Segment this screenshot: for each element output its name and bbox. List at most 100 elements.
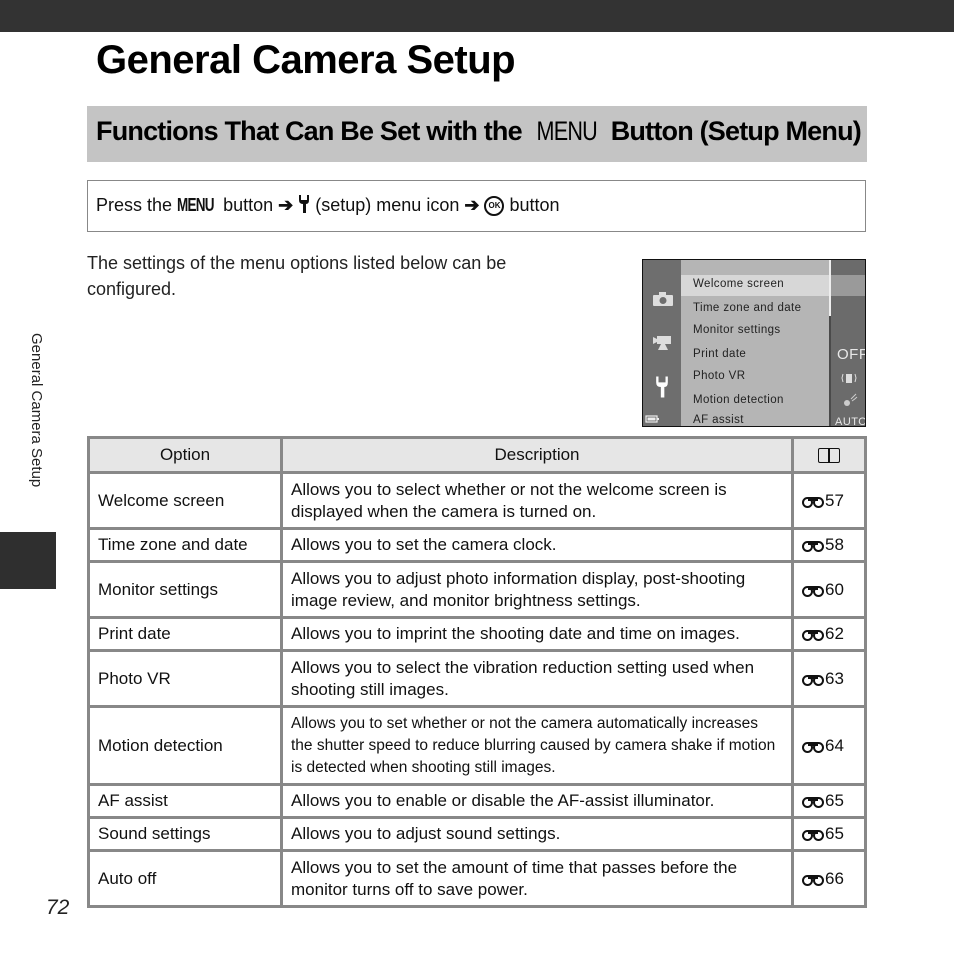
camera-menu-item: Photo VR [693, 370, 746, 382]
reference-cell: 62 [791, 616, 867, 652]
description-cell: Allows you to set whether or not the cam… [280, 705, 794, 786]
option-cell: Time zone and date [87, 527, 283, 563]
description-cell: Allows you to select whether or not the … [280, 471, 794, 530]
reference-page: 57 [825, 490, 844, 510]
chapter-tab-marker [0, 532, 56, 589]
table-row: AF assist Allows you to enable or disable… [87, 783, 867, 819]
camera-menu-item: AF assist [693, 414, 744, 426]
reference-cell: 63 [791, 649, 867, 708]
procedure-setup-text: (setup) menu icon [315, 195, 460, 215]
header-option: Option [87, 436, 283, 474]
reference-section-icon [802, 828, 824, 841]
vibration-reduction-icon [841, 373, 857, 383]
motion-detection-icon [844, 393, 858, 406]
table-row: Monitor settings Allows you to adjust pho… [87, 560, 867, 619]
camera-menu-item: Monitor settings [693, 324, 781, 336]
reference-page: 65 [825, 791, 844, 810]
description-cell: Allows you to select the vibration reduc… [280, 649, 794, 708]
procedure-button-word: button [509, 195, 560, 215]
option-cell: Print date [87, 616, 283, 652]
reference-section-icon [802, 795, 824, 808]
setup-menu-table: Option Description Welcome screen Allows … [87, 436, 867, 908]
description-cell: Allows you to enable or disable the AF-a… [280, 783, 794, 819]
book-icon [818, 448, 840, 464]
camera-selected-value [831, 275, 865, 296]
reference-cell: 57 [791, 471, 867, 530]
reference-cell: 65 [791, 783, 867, 819]
reference-page: 65 [825, 824, 844, 843]
description-cell: Allows you to set the amount of time tha… [280, 849, 794, 908]
table-header-row: Option Description [87, 436, 867, 474]
reference-section-icon [802, 539, 824, 552]
option-cell: AF assist [87, 783, 283, 819]
option-cell: Sound settings [87, 816, 283, 852]
section-title-part: Button (Setup Menu) [610, 116, 862, 146]
camera-menu-item: Motion detection [693, 394, 784, 406]
reference-section-icon [802, 628, 824, 641]
reference-section-icon [802, 740, 824, 753]
table-row: Motion detection Allows you to set whethe… [87, 705, 867, 786]
reference-cell: 58 [791, 527, 867, 563]
table-row: Time zone and date Allows you to set the … [87, 527, 867, 563]
intro-text: The settings of the menu options listed … [87, 253, 507, 299]
reference-cell: 60 [791, 560, 867, 619]
ok-button-icon: OK [484, 196, 505, 217]
page-title: General Camera Setup [96, 38, 516, 82]
menu-button-glyph: MENU [177, 195, 215, 215]
reference-page: 63 [825, 668, 844, 688]
reference-page: 64 [825, 735, 844, 755]
reference-cell: 64 [791, 705, 867, 786]
section-header: Functions That Can Be Set with the MENU … [87, 106, 867, 162]
procedure-button-word: button [223, 195, 274, 215]
arrow-icon: ➔ [278, 195, 294, 215]
option-cell: Welcome screen [87, 471, 283, 530]
reference-cell: 65 [791, 816, 867, 852]
camera-value-auto: AUTO [835, 416, 866, 427]
battery-icon [645, 415, 659, 423]
camera-value-off: OFF [837, 346, 866, 363]
section-title: Functions That Can Be Set with the MENU … [96, 116, 862, 147]
side-chapter-label: General Camera Setup [28, 333, 45, 488]
table-row: Print date Allows you to imprint the shoo… [87, 616, 867, 652]
reference-section-icon [802, 673, 824, 686]
option-cell: Monitor settings [87, 560, 283, 619]
reference-page: 66 [825, 868, 844, 888]
table-row: Sound settings Allows you to adjust sound… [87, 816, 867, 852]
camera-screen-illustration: Welcome screen Time zone and date Monito… [642, 259, 866, 427]
description-cell: Allows you to set the camera clock. [280, 527, 794, 563]
description-cell: Allows you to imprint the shooting date … [280, 616, 794, 652]
reference-page: 58 [825, 535, 844, 554]
reference-section-icon [802, 495, 824, 508]
procedure-press: Press the [96, 195, 173, 215]
camera-menu-item: Welcome screen [693, 278, 785, 290]
reference-cell: 66 [791, 849, 867, 908]
table-row: Welcome screen Allows you to select wheth… [87, 471, 867, 530]
wrench-icon [656, 376, 668, 398]
page-number: 72 [46, 896, 70, 919]
reference-section-icon [802, 873, 824, 886]
camera-scrollbar [829, 260, 831, 316]
option-cell: Photo VR [87, 649, 283, 708]
option-cell: Motion detection [87, 705, 283, 786]
table-row: Auto off Allows you to set the amount of … [87, 849, 867, 908]
menu-button-glyph: MENU [536, 116, 597, 146]
arrow-icon: ➔ [464, 195, 480, 215]
camera-icon [653, 292, 673, 306]
movie-icon [653, 336, 671, 350]
description-cell: Allows you to adjust photo information d… [280, 560, 794, 619]
procedure-text: Press the MENU button ➔ (setup) menu ico… [96, 195, 560, 217]
reference-page: 62 [825, 624, 844, 643]
reference-section-icon [802, 584, 824, 597]
camera-menu-item: Print date [693, 348, 747, 360]
wrench-icon [299, 195, 310, 213]
header-description: Description [280, 436, 794, 474]
table-row: Photo VR Allows you to select the vibrati… [87, 649, 867, 708]
top-bar [0, 0, 954, 32]
camera-menu-item: Time zone and date [693, 302, 802, 314]
procedure-box: Press the MENU button ➔ (setup) menu ico… [87, 180, 866, 232]
reference-page: 60 [825, 579, 844, 599]
description-cell: Allows you to adjust sound settings. [280, 816, 794, 852]
option-cell: Auto off [87, 849, 283, 908]
section-title-part: Functions That Can Be Set with the [96, 116, 523, 146]
header-reference [791, 436, 867, 474]
